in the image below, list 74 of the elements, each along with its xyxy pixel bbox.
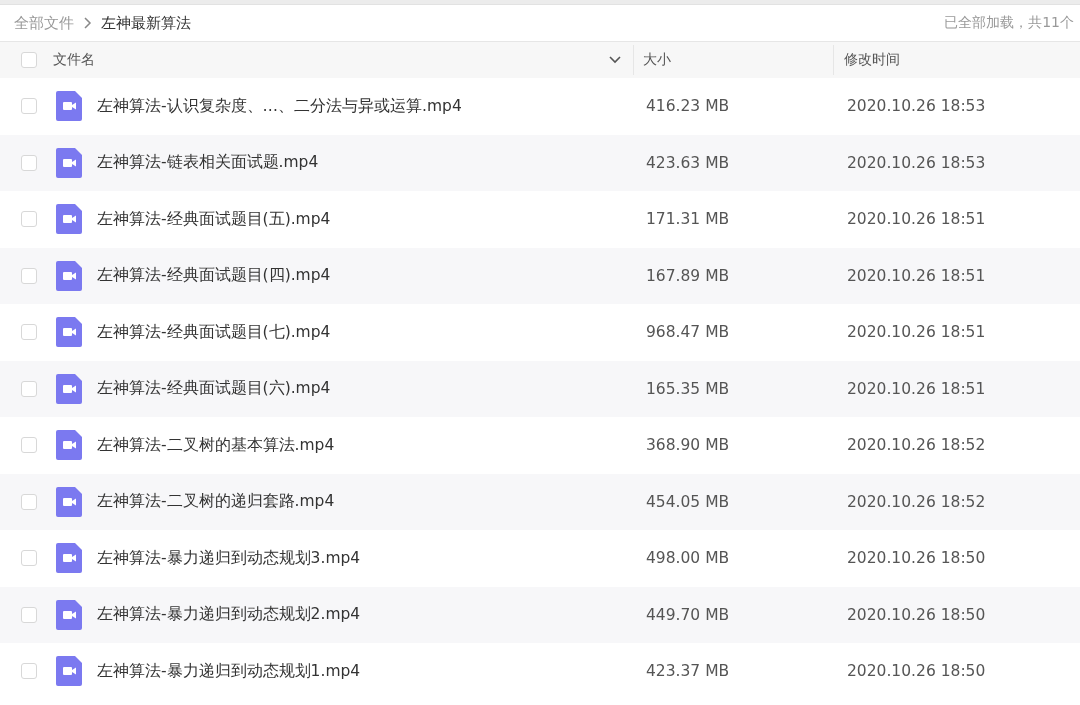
file-name: 左神算法-经典面试题目(六).mp4 — [97, 378, 331, 400]
column-header[interactable]: 修改时间 — [844, 51, 900, 69]
file-row[interactable]: 左神算法-二叉树的递归套路.mp4 454.05 MB 2020.10.26 18:52 — [0, 473, 1080, 530]
checkbox[interactable] — [21, 437, 37, 454]
file-row[interactable]: 左神算法-链表相关面试题.mp4 423.63 MB 2020.10.26 18:53 — [0, 134, 1080, 191]
video-file-icon — [56, 147, 82, 178]
modified-time: 2020.10.26 18:51 — [847, 266, 986, 285]
file-name: 左神算法-暴力递归到动态规划3.mp4 — [97, 547, 361, 569]
checkbox[interactable] — [21, 380, 37, 397]
video-file-icon — [56, 373, 82, 404]
modified-time: 2020.10.26 18:50 — [847, 605, 986, 624]
file-size: 165.35 MB — [646, 379, 730, 398]
video-file-icon — [56, 430, 82, 461]
checkbox[interactable] — [21, 493, 37, 510]
modified-time: 2020.10.26 18:50 — [847, 549, 986, 568]
file-row[interactable]: 左神算法-二叉树的基本算法.mp4 368.90 MB 2020.10.26 18:52 — [0, 417, 1080, 474]
checkbox[interactable] — [21, 324, 37, 341]
modified-time: 2020.10.26 18:52 — [847, 492, 986, 511]
file-name: 左神算法-暴力递归到动态规划1.mp4 — [97, 660, 361, 682]
file-name: 左神算法-链表相关面试题.mp4 — [97, 152, 319, 174]
file-row[interactable]: 左神算法-认识复杂度、…、二分法与异或运算.mp4 416.23 MB 2020.10.26 18:53 — [0, 78, 1080, 135]
column-header[interactable]: 大小 — [643, 51, 671, 69]
file-size: 423.37 MB — [646, 662, 730, 681]
checkbox[interactable] — [21, 211, 37, 228]
video-file-icon — [56, 260, 82, 291]
checkbox[interactable] — [21, 52, 37, 68]
modified-time: 2020.10.26 18:50 — [847, 662, 986, 681]
video-file-icon — [56, 656, 82, 687]
file-size: 416.23 MB — [646, 97, 730, 116]
file-size: 423.63 MB — [646, 153, 730, 172]
file-row[interactable]: 左神算法-暴力递归到动态规划1.mp4 423.37 MB 2020.10.26 18:50 — [0, 643, 1080, 700]
checkbox[interactable] — [21, 663, 37, 680]
checkbox[interactable] — [21, 267, 37, 284]
file-name: 左神算法-二叉树的基本算法.mp4 — [97, 434, 335, 456]
checkbox[interactable] — [21, 606, 37, 623]
modified-time: 2020.10.26 18:52 — [847, 436, 986, 455]
file-name: 左神算法-暴力递归到动态规划2.mp4 — [97, 604, 361, 626]
column-header[interactable]: 文件名 — [53, 51, 609, 69]
file-row[interactable]: 左神算法-经典面试题目(五).mp4 171.31 MB 2020.10.26 18:51 — [0, 191, 1080, 248]
file-name: 左神算法-认识复杂度、…、二分法与异或运算.mp4 — [97, 95, 462, 117]
chevron-down-icon[interactable] — [609, 56, 621, 64]
file-name: 左神算法-经典面试题目(五).mp4 — [97, 208, 331, 230]
video-file-icon — [56, 317, 82, 348]
modified-time: 2020.10.26 18:53 — [847, 97, 986, 116]
modified-time: 2020.10.26 18:51 — [847, 323, 986, 342]
file-row[interactable]: 左神算法-经典面试题目(六).mp4 165.35 MB 2020.10.26 18:51 — [0, 360, 1080, 417]
file-size: 449.70 MB — [646, 605, 730, 624]
modified-time: 2020.10.26 18:53 — [847, 153, 986, 172]
file-row[interactable]: 左神算法-经典面试题目(七).mp4 968.47 MB 2020.10.26 18:51 — [0, 304, 1080, 361]
file-row[interactable]: 左神算法-暴力递归到动态规划2.mp4 449.70 MB 2020.10.26 18:50 — [0, 586, 1080, 643]
checkbox[interactable] — [21, 550, 37, 567]
file-name: 左神算法-二叉树的递归套路.mp4 — [97, 491, 335, 513]
video-file-icon — [56, 91, 82, 122]
file-name: 左神算法-经典面试题目(七).mp4 — [97, 321, 331, 343]
file-row[interactable]: 左神算法-经典面试题目(四).mp4 167.89 MB 2020.10.26 18:51 — [0, 247, 1080, 304]
file-row[interactable]: 左神算法-暴力递归到动态规划3.mp4 498.00 MB 2020.10.26 18:50 — [0, 530, 1080, 587]
file-size: 171.31 MB — [646, 210, 730, 229]
modified-time: 2020.10.26 18:51 — [847, 210, 986, 229]
video-file-icon — [56, 599, 82, 630]
file-size: 968.47 MB — [646, 323, 730, 342]
checkbox[interactable] — [21, 98, 37, 115]
video-file-icon — [56, 204, 82, 235]
load-status: 已全部加载，共11个 — [944, 14, 1074, 32]
chevron-right-icon — [83, 17, 92, 29]
video-file-icon — [56, 543, 82, 574]
video-file-icon — [56, 486, 82, 517]
file-name: 左神算法-经典面试题目(四).mp4 — [97, 265, 331, 287]
modified-time: 2020.10.26 18:51 — [847, 379, 986, 398]
file-size: 498.00 MB — [646, 549, 730, 568]
checkbox[interactable] — [21, 154, 37, 171]
file-size: 167.89 MB — [646, 266, 730, 285]
file-size: 368.90 MB — [646, 436, 730, 455]
file-size: 454.05 MB — [646, 492, 730, 511]
breadcrumb-link[interactable]: 左神最新算法 — [101, 13, 191, 33]
